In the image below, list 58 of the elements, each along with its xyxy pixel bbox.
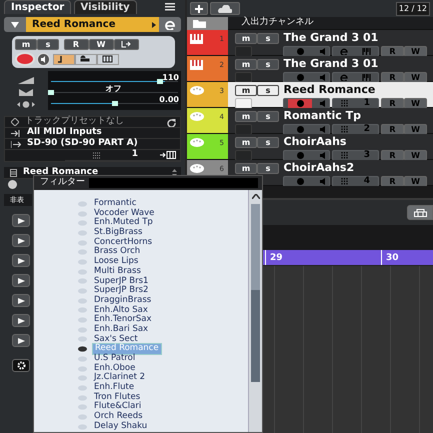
program-item[interactable]: Tron Flutes	[92, 392, 142, 402]
folder-name: 入出力チャンネル	[242, 16, 314, 30]
filter-label: フィルター	[40, 176, 85, 190]
solo-button[interactable]: s	[37, 39, 59, 50]
track-name: Reed Romance	[26, 17, 149, 32]
program-item[interactable]: Delay Shaku	[92, 422, 150, 432]
slider-reading: 110	[162, 73, 179, 82]
program-item[interactable]: SuperJP Brs1	[92, 276, 150, 286]
program-item[interactable]: Jz.Clarinet 2	[92, 373, 148, 384]
solo-button[interactable]: s	[257, 84, 279, 96]
solo-button[interactable]: s	[257, 110, 279, 122]
slider-reading: 0.00	[159, 95, 179, 104]
program-item[interactable]: Multi Brass	[92, 266, 143, 277]
track-name[interactable]: ChoirAahs2	[284, 162, 354, 174]
program-item[interactable]: Loose Lips	[92, 257, 140, 267]
midi-channel[interactable]: 1	[132, 148, 138, 162]
program-item[interactable]: Enh.Flute	[92, 383, 136, 393]
program-item[interactable]: DragginBrass	[92, 296, 154, 306]
mute-button[interactable]: m	[235, 136, 257, 148]
mute-button[interactable]: m	[235, 84, 257, 96]
mute-button[interactable]: m	[15, 39, 37, 50]
bar-number: 29	[270, 252, 283, 265]
program-item[interactable]: Enh.Bari Sax	[92, 324, 150, 335]
mute-button[interactable]: m	[235, 32, 257, 44]
inspector-tab[interactable]: Inspector	[4, 0, 72, 14]
program-item[interactable]: ConcertHorns	[92, 238, 154, 248]
program-item[interactable]: U.S Patrol	[92, 354, 138, 364]
inspector-tab[interactable]: Visibility	[74, 0, 137, 14]
mute-button[interactable]: m	[235, 110, 257, 122]
program-item[interactable]: SuperJP Brs2	[92, 286, 150, 296]
program-item[interactable]: Enh.Oboe	[92, 364, 138, 374]
solo-button[interactable]: s	[257, 162, 279, 174]
mute-button[interactable]: m	[235, 162, 257, 174]
track-counter: 12 / 12	[396, 2, 430, 16]
program-item[interactable]: Brass Orch	[92, 247, 142, 258]
write-button[interactable]: W	[88, 39, 114, 50]
slider-reading: オフ	[106, 84, 122, 93]
solo-button[interactable]: s	[257, 58, 279, 70]
program-item[interactable]: Enh.Alto Sax	[92, 306, 150, 316]
program-item[interactable]: Flute&Clari	[92, 402, 144, 412]
program-item[interactable]: Enh.TenorSax	[92, 315, 154, 325]
mute-button[interactable]: m	[235, 58, 257, 70]
read-button[interactable]: R	[64, 39, 88, 50]
program-item[interactable]: Orch Reeds	[92, 412, 145, 422]
program-item[interactable]: Sax's Sect	[92, 334, 140, 344]
solo-button[interactable]: s	[257, 32, 279, 44]
program-item[interactable]: Vocoder Wave	[92, 208, 156, 218]
solo-button[interactable]: s	[257, 136, 279, 148]
track-name[interactable]: The Grand 3 01	[284, 58, 378, 70]
track-name[interactable]: Reed Romance	[284, 84, 376, 96]
track-name[interactable]: ChoirAahs	[284, 136, 346, 148]
program-item[interactable]: Formantic	[92, 199, 138, 209]
midi-output[interactable]: SD-90 (SD-90 PART A)	[27, 137, 138, 151]
program-item[interactable]: Enh.Muted Tp	[92, 218, 155, 228]
program-item[interactable]: St.BigBrass	[92, 228, 144, 238]
track-name[interactable]: The Grand 3 01	[284, 32, 378, 44]
track-name[interactable]: Romantic Tp	[284, 110, 361, 122]
bar-number: 30	[386, 252, 399, 265]
